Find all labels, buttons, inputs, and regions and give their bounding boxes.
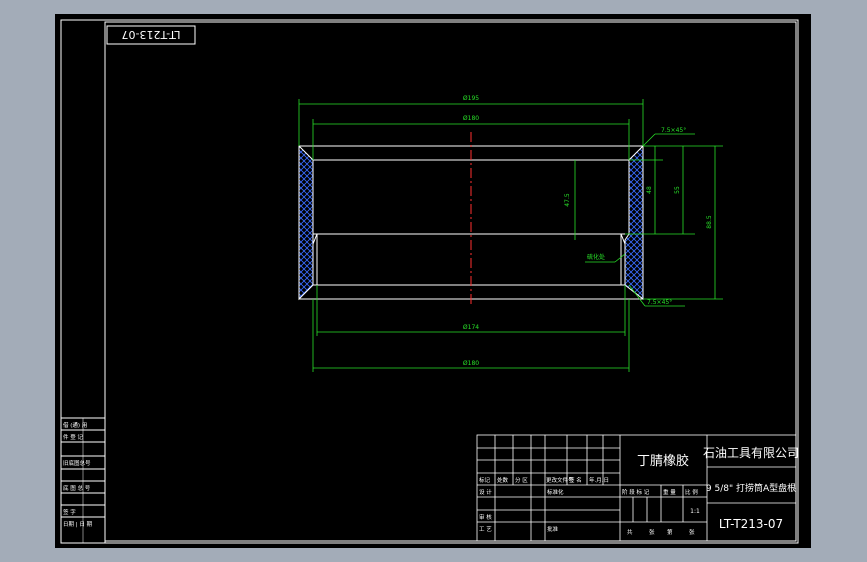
weight-label: 重 量 — [663, 488, 676, 496]
sheet-no: 第 — [667, 528, 673, 536]
stamp-box: LT-T213-07 — [106, 25, 196, 45]
rev-col-1: 处数 — [497, 476, 509, 484]
left-row-9: 日期 | 日 期 — [63, 521, 93, 528]
dim-chamfer-bottom: 7.5×45° — [647, 299, 672, 306]
material-label: 丁腈橡胶 — [637, 453, 689, 469]
left-row-1: 件 登 记 — [63, 433, 83, 441]
dimensions — [298, 99, 723, 372]
dim-left-vertical: 47.5 — [564, 193, 571, 207]
sig-label-1: 审 核 — [479, 513, 492, 521]
part-name: 9 5/8" 打捞筒A型盘根 — [706, 482, 796, 494]
sig-label-0: 设 计 — [479, 488, 492, 496]
rev-col-5: 年.月.日 — [589, 476, 609, 484]
dim-mid-b: 55 — [674, 186, 681, 194]
drawing-sheet: LT-T213-07 借 (通) 用 件 登 记 旧底图总号 底 图 总 号 签… — [55, 14, 811, 548]
cad-viewport: LT-T213-07 借 (通) 用 件 登 记 旧底图总号 底 图 总 号 签… — [0, 0, 867, 562]
rev-col-4: 签 名 — [569, 476, 582, 484]
sheet-unit-a: 张 — [649, 528, 655, 536]
dim-bottom-inner: Ø174 — [463, 324, 479, 331]
right-hatch-section — [624, 144, 644, 301]
left-row-7: 签 字 — [63, 508, 76, 516]
left-row-3: 旧底图总号 — [63, 459, 91, 467]
dim-bottom-outer: Ø180 — [463, 360, 479, 367]
stamp-code: LT-T213-07 — [122, 28, 181, 41]
inner-border — [104, 21, 797, 542]
left-hatch-section — [298, 144, 314, 301]
dim-mid-a: 48 — [646, 186, 653, 194]
company-name: 石油工具有限公司 — [703, 446, 799, 460]
dim-chamfer-top: 7.5×45° — [661, 127, 686, 134]
drawing-svg: LT-T213-07 借 (通) 用 件 登 记 旧底图总号 底 图 总 号 签… — [60, 19, 799, 544]
sig-mid-2: 批准 — [547, 525, 559, 533]
drawing-code: LT-T213-07 — [719, 517, 783, 531]
dim-right: 88.5 — [706, 215, 713, 229]
rev-col-2: 分 区 — [515, 476, 528, 484]
dim-top-inner: Ø180 — [463, 115, 479, 122]
left-row-5: 底 图 总 号 — [63, 484, 91, 492]
sheet-unit-b: 张 — [689, 528, 695, 536]
dim-top-outer: Ø195 — [463, 95, 479, 102]
ratio-label: 比 例 — [685, 488, 698, 496]
stage-label: 阶 段 标 记 — [622, 488, 650, 496]
sig-label-2: 工 艺 — [479, 526, 492, 533]
sig-mid-0: 标准化 — [547, 488, 564, 496]
scale-value: 1:1 — [690, 508, 700, 515]
note-vulcanize: 硫化处 — [587, 253, 605, 261]
left-row-0: 借 (通) 用 — [63, 421, 87, 429]
rev-col-0: 标记 — [479, 476, 491, 484]
sheet-total: 共 — [627, 528, 633, 536]
